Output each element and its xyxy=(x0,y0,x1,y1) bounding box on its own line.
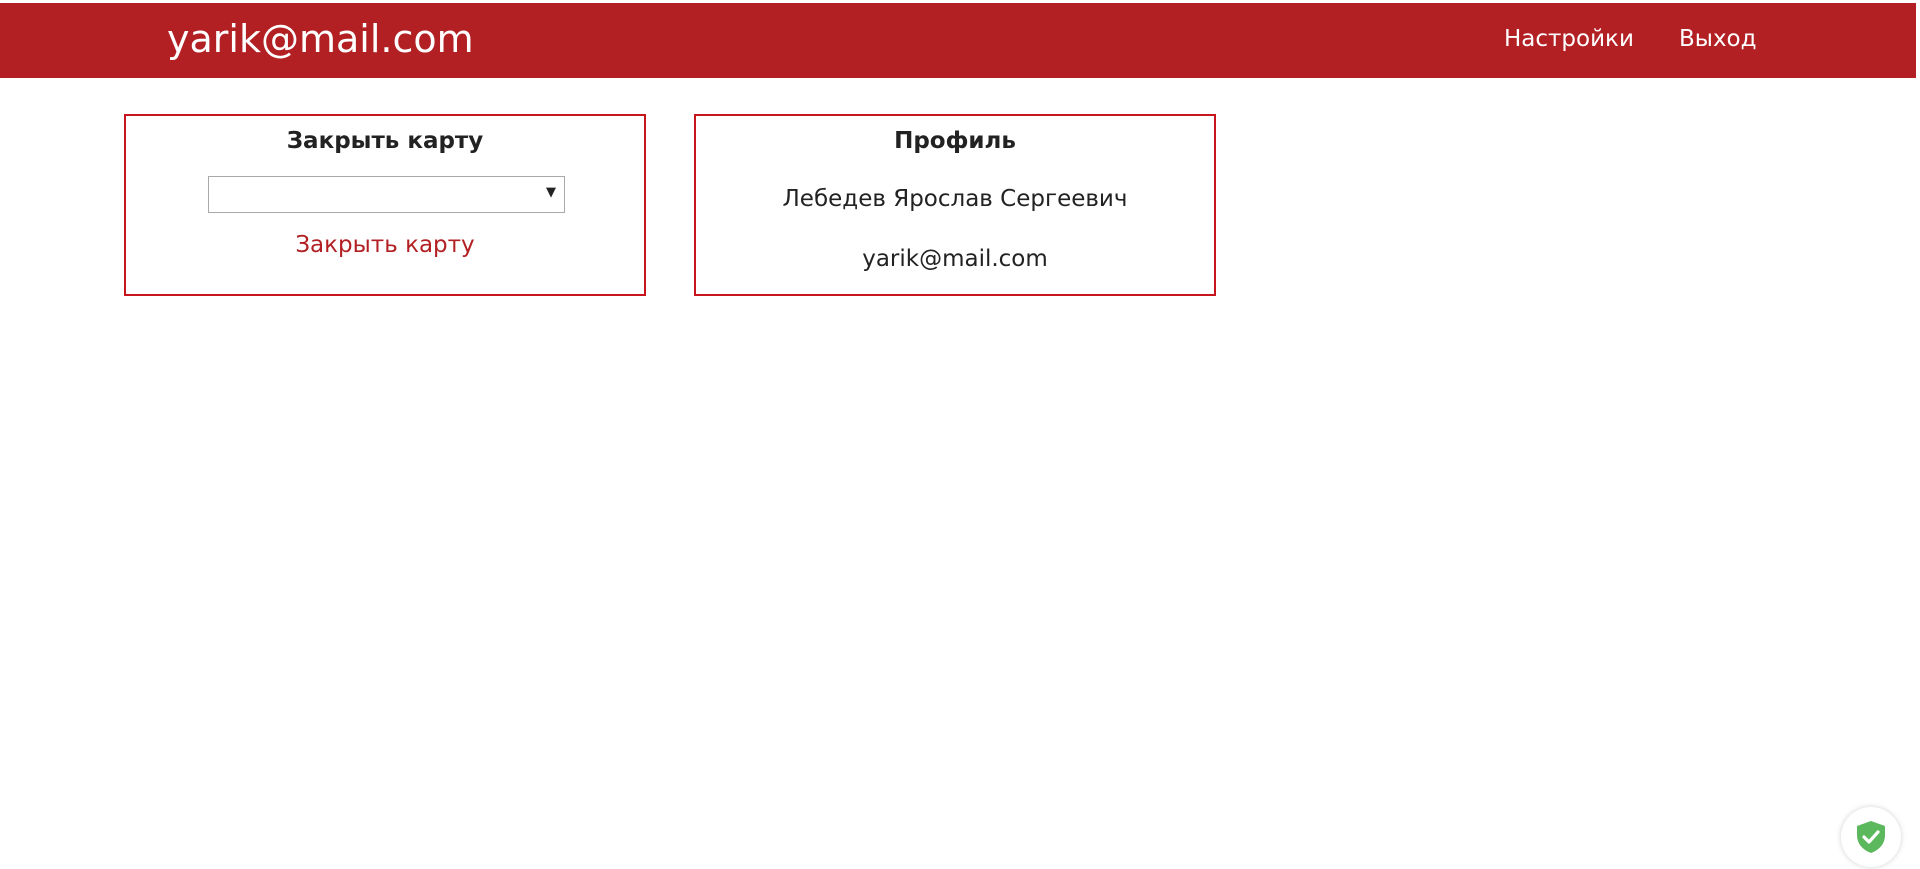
top-navbar: yarik@mail.com Настройки Выход xyxy=(0,3,1916,78)
profile-email: yarik@mail.com xyxy=(862,246,1048,272)
card-select[interactable]: ▼ xyxy=(208,176,565,213)
profile-full-name: Лебедев Ярослав Сергеевич xyxy=(782,186,1128,212)
brand-user-email[interactable]: yarik@mail.com xyxy=(167,20,474,58)
shield-check-icon xyxy=(1857,821,1885,853)
close-card-panel: Закрыть карту ▼ Закрыть карту xyxy=(124,114,646,296)
nav-settings-link[interactable]: Настройки xyxy=(1504,28,1634,51)
close-card-title: Закрыть карту xyxy=(286,128,484,154)
profile-panel: Профиль Лебедев Ярослав Сергеевич yarik@… xyxy=(694,114,1216,296)
triangle-down-icon: ▼ xyxy=(546,185,556,200)
nav-logout-link[interactable]: Выход xyxy=(1679,28,1757,51)
profile-title: Профиль xyxy=(894,128,1016,154)
shield-check-button[interactable] xyxy=(1841,807,1901,867)
close-card-button[interactable]: Закрыть карту xyxy=(126,232,644,260)
